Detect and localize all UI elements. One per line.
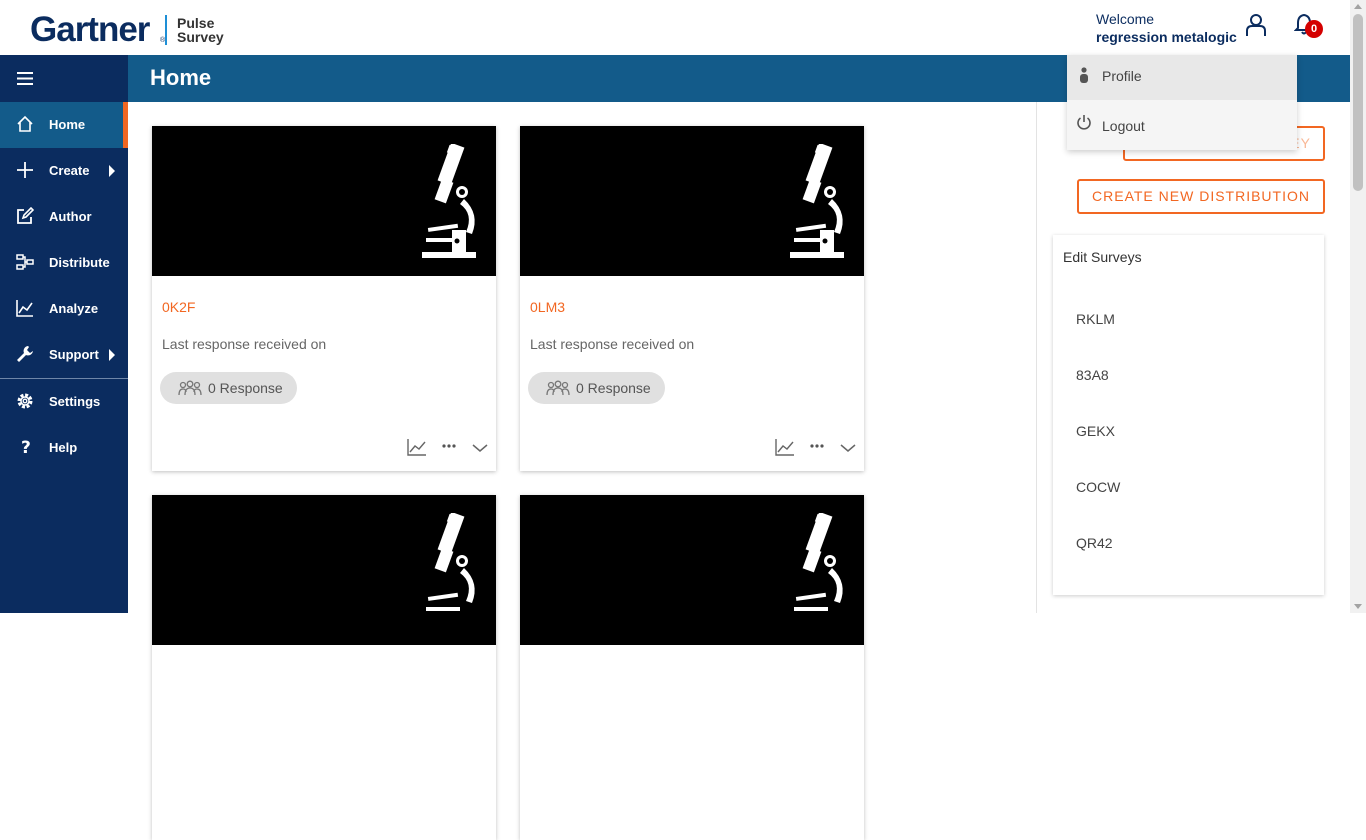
survey-card[interactable] bbox=[152, 495, 496, 840]
survey-card[interactable]: 0LM3 Last response received on 0 Respons… bbox=[520, 126, 864, 471]
edit-survey-item[interactable]: RKLM bbox=[1076, 311, 1115, 327]
column-divider bbox=[1036, 102, 1037, 613]
edit-surveys-panel: Edit Surveys RKLM 83A8 GEKX COCW QR42 bbox=[1053, 235, 1324, 595]
sidebar-item-analyze[interactable]: Analyze bbox=[0, 286, 128, 332]
chart-icon bbox=[16, 300, 33, 317]
page-title: Home bbox=[150, 65, 212, 90]
survey-code-link[interactable]: 0K2F bbox=[162, 299, 195, 315]
svg-text:?: ? bbox=[21, 438, 31, 456]
last-response-text: Last response received on bbox=[530, 336, 695, 352]
sidebar: Home Create Author Distribute Analyze Su… bbox=[0, 55, 128, 613]
sidebar-item-distribute[interactable]: Distribute bbox=[0, 240, 128, 286]
sidebar-item-label: Home bbox=[49, 117, 86, 132]
product-name: Pulse Survey bbox=[177, 16, 224, 44]
sidebar-item-support[interactable]: Support bbox=[0, 332, 128, 378]
survey-card-image bbox=[520, 126, 864, 276]
survey-card[interactable] bbox=[520, 495, 864, 840]
wrench-icon bbox=[17, 346, 33, 362]
sidebar-item-create[interactable]: Create bbox=[0, 148, 128, 194]
survey-code-link[interactable]: 0LM3 bbox=[530, 299, 565, 315]
sidebar-item-label: Settings bbox=[49, 394, 101, 409]
vertical-scrollbar[interactable] bbox=[1350, 0, 1366, 613]
sidebar-item-label: Analyze bbox=[49, 301, 99, 316]
analytics-chart-icon[interactable] bbox=[775, 438, 795, 456]
user-name: regression metalogic bbox=[1096, 29, 1237, 45]
sidebar-item-settings[interactable]: Settings bbox=[0, 379, 128, 425]
survey-card[interactable]: 0K2F Last response received on 0 Respons… bbox=[152, 126, 496, 471]
survey-card-image bbox=[152, 126, 496, 276]
menu-item-label: Profile bbox=[1102, 68, 1142, 84]
person-icon bbox=[1080, 67, 1088, 83]
sidebar-item-home[interactable]: Home bbox=[0, 102, 128, 148]
top-header: Gartner ® Pulse Survey Welcome regressio… bbox=[0, 0, 1350, 55]
people-group-icon bbox=[546, 380, 570, 396]
hamburger-icon[interactable] bbox=[17, 72, 33, 85]
welcome-text: Welcome bbox=[1096, 11, 1155, 27]
sidebar-item-label: Help bbox=[49, 440, 78, 455]
analytics-chart-icon[interactable] bbox=[407, 438, 427, 456]
sidebar-item-label: Author bbox=[49, 209, 92, 224]
home-icon bbox=[17, 115, 33, 132]
survey-card-image bbox=[152, 495, 496, 645]
menu-item-profile[interactable]: Profile bbox=[1067, 55, 1297, 100]
create-new-distribution-button[interactable]: CREATE NEW DISTRIBUTION bbox=[1077, 179, 1325, 214]
more-options-icon[interactable] bbox=[810, 444, 824, 448]
scroll-up-arrow-icon[interactable] bbox=[1354, 4, 1362, 9]
survey-card-image bbox=[520, 495, 864, 645]
welcome-block: Welcome regression metalogic bbox=[1096, 11, 1237, 45]
edit-survey-item[interactable]: QR42 bbox=[1076, 535, 1113, 551]
scroll-down-arrow-icon[interactable] bbox=[1354, 604, 1362, 609]
distribute-icon bbox=[16, 254, 34, 270]
response-count-label: 0 Response bbox=[208, 380, 283, 396]
product-name-line2: Survey bbox=[177, 29, 224, 45]
microscope-icon bbox=[426, 513, 475, 611]
chevron-down-icon[interactable] bbox=[840, 443, 856, 453]
edit-survey-item[interactable]: COCW bbox=[1076, 479, 1120, 495]
menu-item-logout[interactable]: Logout bbox=[1067, 105, 1297, 150]
more-options-icon[interactable] bbox=[442, 444, 456, 448]
microscope-icon bbox=[790, 144, 844, 258]
caret-right-icon bbox=[109, 349, 115, 361]
sidebar-item-author[interactable]: Author bbox=[0, 194, 128, 240]
edit-survey-item[interactable]: 83A8 bbox=[1076, 367, 1109, 383]
survey-card-grid: 0K2F Last response received on 0 Respons… bbox=[128, 102, 1036, 840]
gear-icon bbox=[17, 393, 33, 409]
microscope-icon bbox=[422, 144, 476, 258]
response-count-label: 0 Response bbox=[576, 380, 651, 396]
question-icon: ? bbox=[21, 438, 31, 456]
people-group-icon bbox=[178, 380, 202, 396]
notification-badge[interactable]: 0 bbox=[1305, 20, 1323, 38]
menu-item-label: Logout bbox=[1102, 118, 1145, 134]
microscope-icon bbox=[794, 513, 843, 611]
gartner-logo[interactable]: Gartner bbox=[30, 10, 150, 50]
product-name-line1: Pulse bbox=[177, 15, 215, 31]
response-count-chip[interactable]: 0 Response bbox=[160, 372, 297, 404]
edit-icon bbox=[17, 207, 34, 224]
power-icon bbox=[1077, 115, 1091, 130]
sidebar-item-label: Support bbox=[49, 347, 99, 362]
plus-icon bbox=[17, 162, 33, 178]
response-count-chip[interactable]: 0 Response bbox=[528, 372, 665, 404]
sidebar-item-label: Distribute bbox=[49, 255, 110, 270]
logo-divider bbox=[165, 15, 167, 45]
edit-surveys-title: Edit Surveys bbox=[1063, 249, 1142, 265]
chevron-down-icon[interactable] bbox=[472, 443, 488, 453]
last-response-text: Last response received on bbox=[162, 336, 327, 352]
caret-right-icon bbox=[109, 165, 115, 177]
sidebar-item-help[interactable]: ? Help bbox=[0, 425, 128, 471]
user-icon[interactable] bbox=[1245, 13, 1267, 37]
sidebar-item-label: Create bbox=[49, 163, 90, 178]
user-menu-dropdown: Profile Logout bbox=[1067, 55, 1297, 150]
scrollbar-thumb[interactable] bbox=[1353, 14, 1363, 191]
edit-survey-item[interactable]: GEKX bbox=[1076, 423, 1115, 439]
